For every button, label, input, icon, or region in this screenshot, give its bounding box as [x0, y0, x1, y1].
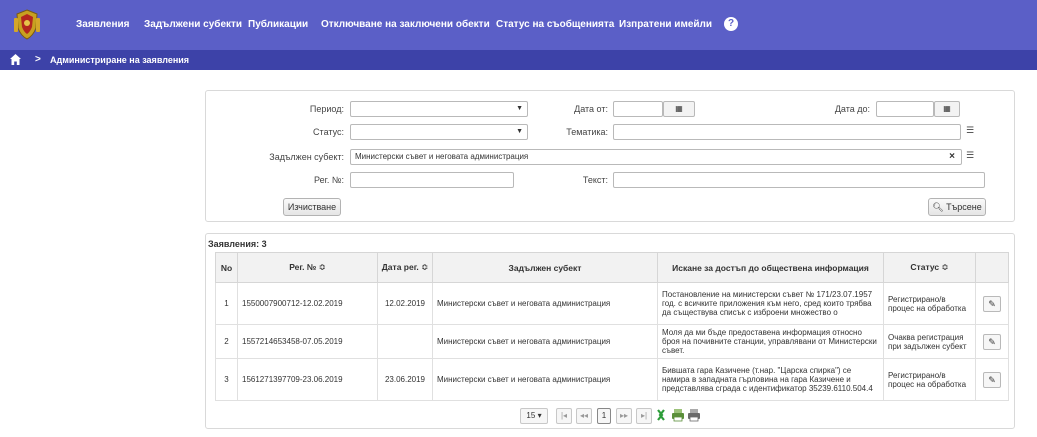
column-header-reg-no[interactable]: Рег. № ≎ [237, 252, 378, 283]
column-header-subject: Задължен субект [432, 252, 658, 283]
cell-no: 1 [215, 282, 238, 325]
table-row: 1 1550007900712-12.02.2019 12.02.2019 Ми… [215, 282, 1009, 325]
cell-date: 23.06.2019 [377, 358, 433, 401]
cell-subject: Министерски съвет и неговата администрац… [432, 324, 658, 359]
column-header-status[interactable]: Статус ≎ [883, 252, 976, 283]
edit-icon[interactable]: ✎ [983, 295, 1001, 312]
export-icons [657, 409, 700, 422]
home-icon[interactable] [9, 53, 22, 66]
print-icon[interactable] [672, 409, 684, 422]
column-header-date[interactable]: Дата рег. ≎ [377, 252, 433, 283]
nav-item-message-status[interactable]: Статус на съобщенията [496, 19, 614, 30]
excel-export-icon[interactable] [657, 409, 665, 421]
cell-date: 12.02.2019 [377, 282, 433, 325]
print-icon[interactable] [688, 409, 700, 422]
topic-input[interactable] [613, 124, 961, 140]
cell-status: Регистрирано/в процес на обработка [883, 282, 976, 325]
nav-item-publications[interactable]: Публикации [248, 19, 308, 30]
cell-request: Моля да ми бъде предоставена информация … [657, 324, 884, 359]
obligated-subject-label: Задължен субект: [269, 152, 344, 162]
table-header-row: No Рег. № ≎ Дата рег. ≎ Задължен субект … [215, 252, 1009, 283]
cell-request: Бившата гара Казичене (т.нар. "Царска сп… [657, 358, 884, 401]
status-label: Статус: [313, 127, 344, 137]
search-button[interactable]: 🔍︎ Търсене [928, 198, 986, 216]
requests-table: No Рег. № ≎ Дата рег. ≎ Задължен субект … [215, 252, 1009, 401]
chevron-down-icon: ▾ [537, 411, 542, 420]
date-from-input[interactable] [613, 101, 663, 117]
prev-page-button[interactable]: ◂◂ [576, 408, 592, 424]
table-row: 2 1557214653458-07.05.2019 Министерски с… [215, 324, 1009, 359]
cell-no: 2 [215, 324, 238, 359]
cell-no: 3 [215, 358, 238, 401]
text-label: Текст: [582, 175, 608, 185]
breadcrumb-current: Администриране на заявления [50, 55, 190, 65]
date-to-label: Дата до: [834, 104, 870, 114]
page-size-select[interactable]: 15 ▾ [520, 408, 548, 424]
nav-item-sent-emails[interactable]: Изпратени имейли [619, 19, 712, 30]
first-page-button[interactable]: |◂ [556, 408, 572, 424]
breadcrumb-separator: > [35, 54, 41, 65]
period-label: Период: [309, 104, 344, 114]
cell-reg-no: 1561271397709-23.06.2019 [237, 358, 378, 401]
topic-label: Тематика: [566, 127, 608, 137]
cell-status: Регистрирано/в процес на обработка [883, 358, 976, 401]
breadcrumb: > Администриране на заявления [0, 50, 1037, 70]
cell-reg-no: 1557214653458-07.05.2019 [237, 324, 378, 359]
nav-item-unlock-objects[interactable]: Отключване на заключени обекти [321, 19, 490, 30]
coat-of-arms-icon[interactable] [13, 8, 41, 40]
reg-no-input[interactable] [350, 172, 514, 188]
column-header-actions [975, 252, 1009, 283]
last-page-button[interactable]: ▸| [636, 408, 652, 424]
cell-date [377, 324, 433, 359]
calendar-icon: ▦ [943, 104, 951, 113]
nav-item-requests[interactable]: Заявления [76, 19, 129, 30]
cell-request: Постановление на министерски съвет № 171… [657, 282, 884, 325]
cell-status: Очаква регистрация при задължен субект [883, 324, 976, 359]
reg-no-label: Рег. №: [314, 175, 344, 185]
clear-button[interactable]: Изчистване [283, 198, 341, 216]
date-to-input[interactable] [876, 101, 934, 117]
date-to-calendar-button[interactable]: ▦ [934, 101, 960, 117]
date-from-label: Дата от: [574, 104, 608, 114]
period-select[interactable]: ▼ [350, 101, 528, 117]
obligated-subject-input[interactable]: Министерски съвет и неговата администрац… [350, 149, 962, 165]
cell-subject: Министерски съвет и неговата администрац… [432, 358, 658, 401]
edit-icon[interactable]: ✎ [983, 333, 1001, 350]
list-icon[interactable]: ☰ [966, 125, 974, 136]
cell-subject: Министерски съвет и неговата администрац… [432, 282, 658, 325]
date-from-calendar-button[interactable]: ▦ [663, 101, 695, 117]
column-header-request: Искане за достъп до обществена информаци… [657, 252, 884, 283]
help-icon[interactable]: ? [724, 17, 738, 31]
search-icon: 🔍︎ [932, 202, 944, 212]
list-icon[interactable]: ☰ [966, 150, 974, 161]
next-page-button[interactable]: ▸▸ [616, 408, 632, 424]
current-page-button[interactable]: 1 [597, 408, 611, 424]
status-select[interactable]: ▼ [350, 124, 528, 140]
clear-x-icon[interactable]: × [949, 150, 955, 164]
cell-reg-no: 1550007900712-12.02.2019 [237, 282, 378, 325]
nav-item-obligated-subjects[interactable]: Задължени субекти [144, 19, 242, 30]
chevron-down-icon: ▼ [516, 105, 523, 112]
results-count: Заявления: 3 [208, 239, 267, 249]
column-header-no[interactable]: No [215, 252, 238, 283]
text-input[interactable] [613, 172, 985, 188]
chevron-down-icon: ▼ [516, 128, 523, 135]
top-navigation: Заявления Задължени субекти Публикации О… [0, 0, 1037, 50]
edit-icon[interactable]: ✎ [983, 371, 1001, 388]
table-row: 3 1561271397709-23.06.2019 23.06.2019 Ми… [215, 358, 1009, 401]
calendar-icon: ▦ [675, 104, 683, 113]
